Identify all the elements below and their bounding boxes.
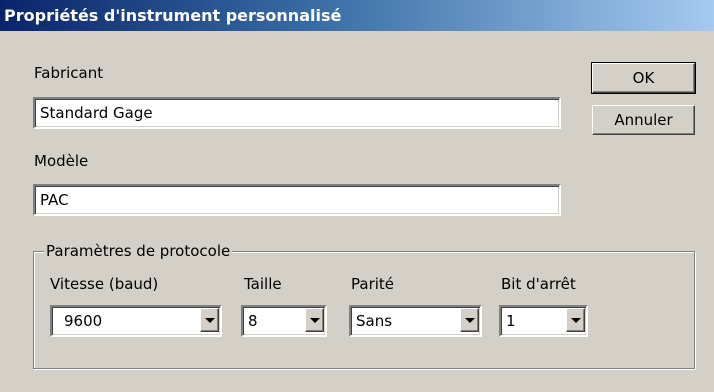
- stop-bit-value: 1: [506, 312, 516, 330]
- parity-select[interactable]: Sans: [349, 305, 482, 337]
- parity-label: Parité: [351, 275, 395, 293]
- size-value: 8: [248, 312, 258, 330]
- size-dropdown-button[interactable]: [305, 308, 324, 332]
- protocol-group-label: Paramètres de protocole: [44, 242, 233, 260]
- chevron-down-icon: [571, 318, 581, 323]
- stop-bit-dropdown-button[interactable]: [566, 308, 585, 332]
- chevron-down-icon: [310, 318, 320, 323]
- size-label: Taille: [244, 275, 282, 293]
- model-label: Modèle: [34, 152, 89, 170]
- stop-bit-label: Bit d'arrêt: [501, 275, 576, 293]
- manufacturer-label: Fabricant: [34, 64, 104, 82]
- baud-value: 9600: [64, 312, 103, 330]
- model-input[interactable]: PAC: [33, 184, 561, 216]
- stop-bit-select[interactable]: 1: [499, 305, 588, 337]
- size-select[interactable]: 8: [241, 305, 327, 337]
- window-title: Propriétés d'instrument personnalisé: [0, 0, 714, 31]
- ok-button[interactable]: OK: [591, 62, 696, 94]
- baud-dropdown-button[interactable]: [200, 308, 219, 332]
- chevron-down-icon: [465, 318, 475, 323]
- baud-label: Vitesse (baud): [50, 275, 159, 293]
- parity-dropdown-button[interactable]: [460, 308, 479, 332]
- manufacturer-input[interactable]: Standard Gage: [33, 97, 561, 129]
- chevron-down-icon: [205, 318, 215, 323]
- cancel-button[interactable]: Annuler: [592, 105, 695, 135]
- baud-select[interactable]: 9600: [50, 305, 222, 337]
- parity-value: Sans: [356, 312, 393, 330]
